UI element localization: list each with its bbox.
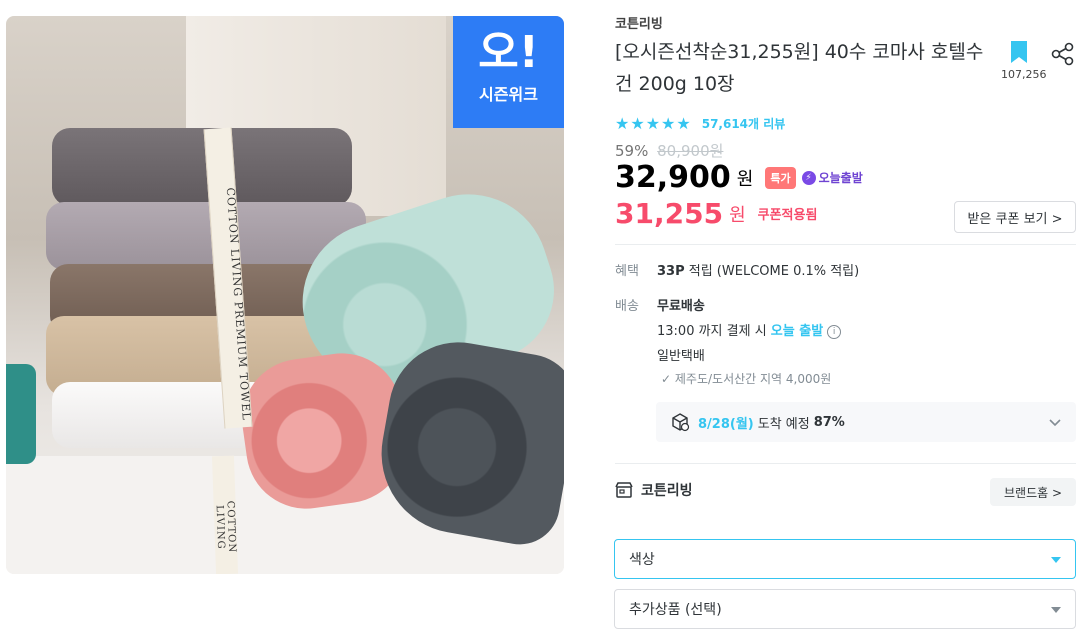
color-select-label: 색상	[629, 552, 655, 568]
shipping-exception: ✓ 제주도/도서산간 지역 4,000원	[661, 372, 832, 386]
towel-dark-grey	[52, 128, 352, 206]
today-ship-badge: ⚡ 오늘출발	[801, 169, 863, 186]
shipping-label: 배송	[615, 299, 639, 314]
view-coupons-button[interactable]: 받은 쿠폰 보기 >	[954, 201, 1076, 233]
deadline-highlight: 오늘 출발	[770, 324, 824, 339]
coupon-price-row: 31,255 원 쿠폰적용됨	[615, 197, 817, 230]
store-name[interactable]: 코튼리빙	[641, 480, 693, 500]
share-icon	[1051, 42, 1074, 66]
price-row: 32,900 원 특가 ⚡ 오늘출발	[615, 160, 863, 195]
coupon-price-unit: 원	[729, 204, 746, 226]
original-price: 80,900원	[657, 142, 724, 160]
discount-rate: 59%	[615, 142, 649, 160]
special-badge: 특가	[765, 166, 796, 189]
benefit-text: 33P 적립 (WELCOME 0.1% 적립)	[657, 260, 859, 279]
eta-percent: 87%	[813, 414, 845, 430]
eta-text: 도착 예정	[757, 416, 810, 432]
lightning-icon: ⚡	[801, 170, 816, 185]
sale-price: 32,900	[615, 160, 731, 195]
benefit-detail: 적립 (WELCOME 0.1% 적립)	[684, 264, 860, 279]
today-ship-label: 오늘출발	[818, 171, 863, 185]
eta-date: 8/28(월)	[698, 416, 754, 432]
package-icon	[672, 413, 690, 432]
coupon-applied-label: 쿠폰적용됨	[757, 208, 818, 223]
shipping-type: 무료배송	[657, 299, 705, 314]
caret-down-icon	[1051, 557, 1061, 563]
coupon-price: 31,255	[615, 197, 724, 230]
divider	[615, 244, 1076, 245]
brand-name[interactable]: 코튼리빙	[615, 13, 663, 32]
price-unit: 원	[736, 168, 754, 190]
mug	[6, 364, 36, 464]
benefit-label: 혜택	[615, 264, 639, 279]
product-title: [오시즌선착순31,255원] 40수 코마사 호텔수건 200g 10장	[615, 41, 984, 95]
extra-product-select[interactable]: 추가상품 (선택)	[614, 589, 1076, 629]
review-count-link[interactable]: 57,614개 리뷰	[702, 115, 786, 132]
benefit-points: 33P	[657, 264, 685, 279]
brand-home-button[interactable]: 브랜드홈 >	[990, 478, 1076, 506]
badge-small-text: 시즌위크	[479, 85, 538, 104]
store-row: 코튼리빙	[615, 480, 693, 500]
shipping-deadline: 13:00 까지 결제 시 오늘 출발 i	[657, 320, 842, 339]
bookmark-button[interactable]: 107,256	[1001, 40, 1047, 81]
bookmark-count: 107,256	[1001, 68, 1047, 81]
eta-box[interactable]: 8/28(월) 도착 예정 87%	[656, 402, 1076, 442]
chevron-down-icon	[1049, 419, 1061, 427]
info-icon[interactable]: i	[827, 324, 842, 339]
caret-down-icon	[1051, 607, 1061, 613]
badge-big-text: 오!	[478, 27, 539, 78]
share-button[interactable]	[1050, 42, 1076, 66]
rating-row: ★★★★★ 57,614개 리뷰	[615, 114, 785, 133]
deadline-prefix: 13:00 까지 결제 시	[657, 324, 771, 339]
shipping-method: 일반택배	[657, 349, 705, 364]
extra-select-label: 추가상품 (선택)	[629, 602, 722, 618]
color-select[interactable]: 색상	[614, 539, 1076, 579]
brand-ribbon-lower: COTTON LIVING	[211, 455, 239, 574]
divider	[615, 463, 1076, 464]
discount-row: 59% 80,900원	[615, 140, 723, 161]
bookmark-icon	[1011, 41, 1027, 63]
season-week-badge: 오! 시즌위크	[453, 16, 564, 128]
store-icon	[615, 482, 633, 498]
ribbon-text-lower: COTTON LIVING	[213, 500, 238, 554]
star-rating-icon: ★★★★★	[615, 114, 692, 133]
